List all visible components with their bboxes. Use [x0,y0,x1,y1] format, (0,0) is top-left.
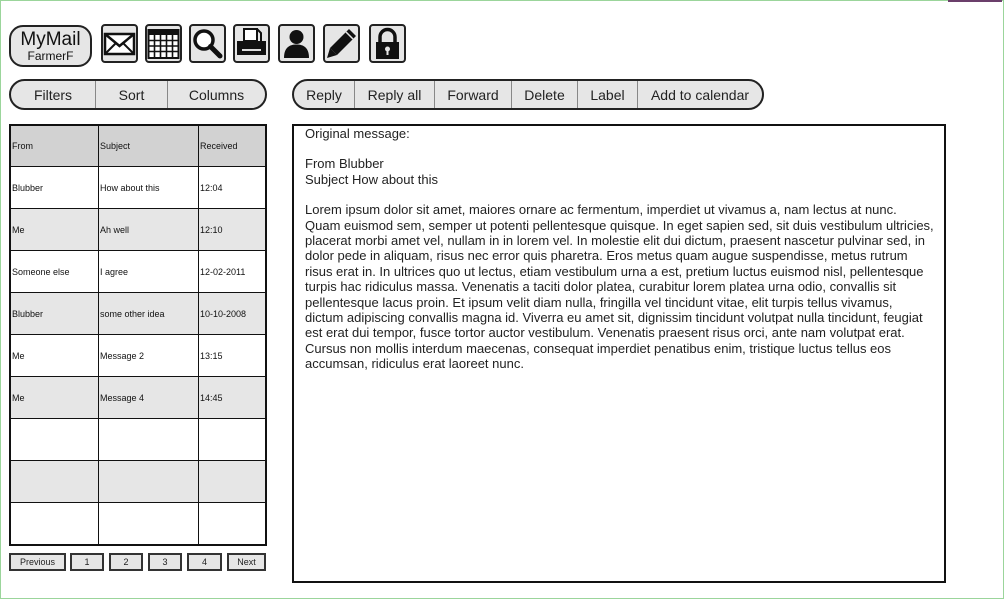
row-subject [98,502,199,546]
row-from: Me [9,334,99,377]
print-icon [237,28,266,55]
row-received [198,418,267,461]
message-from: From Blubber [305,156,384,172]
row-received: 12-02-2011 [198,250,267,293]
row-from: Me [9,376,99,419]
row-received: 12:04 [198,166,267,209]
app-name: MyMail [20,29,81,50]
column-header-subject[interactable]: Subject [98,124,199,167]
row-subject [98,460,199,503]
app-user: FarmerF [27,49,74,63]
message-actions: Reply Reply all Forward Delete Label Add… [292,79,764,110]
corner-marker [948,0,1002,2]
table-row[interactable]: Me Message 4 14:45 [9,376,267,419]
table-row[interactable]: Blubber How about this 12:04 [9,166,267,209]
compose-button[interactable] [323,24,360,63]
row-received [198,460,267,503]
row-subject: How about this [98,166,199,209]
row-subject: Message 4 [98,376,199,419]
add-to-calendar-button[interactable]: Add to calendar [638,81,762,108]
row-received: 14:45 [198,376,267,419]
compose-icon [327,29,356,58]
table-row[interactable]: Me Ah well 12:10 [9,208,267,251]
row-from [9,418,99,461]
delete-button[interactable]: Delete [512,81,578,108]
page-3-button[interactable]: 3 [148,553,182,571]
row-received [198,502,267,546]
forward-button[interactable]: Forward [435,81,512,108]
table-row[interactable] [9,502,267,546]
row-from [9,502,99,546]
label-button[interactable]: Label [578,81,638,108]
lock-icon [376,27,399,59]
message-list: From Subject Received Blubber How about … [9,124,267,546]
page-2-button[interactable]: 2 [109,553,143,571]
calendar-icon [147,29,180,59]
page-1-button[interactable]: 1 [70,553,104,571]
table-row[interactable] [9,418,267,461]
sort-button[interactable]: Sort [96,81,168,108]
page-4-button[interactable]: 4 [187,553,222,571]
table-row[interactable]: Blubber some other idea 10-10-2008 [9,292,267,335]
mail-button[interactable] [101,24,138,63]
calendar-button[interactable] [145,24,182,63]
contacts-icon [284,30,309,58]
row-from: Blubber [9,166,99,209]
message-header: Original message: [305,126,410,141]
columns-button[interactable]: Columns [168,81,265,108]
reply-button[interactable]: Reply [294,81,355,108]
row-from: Someone else [9,250,99,293]
table-row[interactable] [9,460,267,503]
next-page-button[interactable]: Next [227,553,266,571]
mail-icon [103,32,136,56]
search-button[interactable] [189,24,226,63]
message-view[interactable]: Original message: From Blubber Subject H… [292,124,946,583]
print-button[interactable] [233,24,270,63]
table-row[interactable]: Me Message 2 13:15 [9,334,267,377]
row-subject: I agree [98,250,199,293]
message-body: Lorem ipsum dolor sit amet, maiores orna… [305,202,934,372]
row-received: 13:15 [198,334,267,377]
row-subject: some other idea [98,292,199,335]
row-from: Me [9,208,99,251]
message-subject: Subject How about this [305,171,438,187]
row-received: 10-10-2008 [198,292,267,335]
app-badge[interactable]: MyMail FarmerF [9,25,92,67]
filters-button[interactable]: Filters [11,81,96,108]
reply-all-button[interactable]: Reply all [355,81,435,108]
row-subject: Ah well [98,208,199,251]
lock-button[interactable] [369,24,406,63]
column-header-received[interactable]: Received [198,124,267,167]
list-controls: Filters Sort Columns [9,79,267,110]
table-header: From Subject Received [9,124,267,167]
contacts-button[interactable] [278,24,315,63]
previous-page-button[interactable]: Previous [9,553,66,571]
row-subject: Message 2 [98,334,199,377]
row-received: 12:10 [198,208,267,251]
row-from [9,460,99,503]
row-from: Blubber [9,292,99,335]
row-subject [98,418,199,461]
table-row[interactable]: Someone else I agree 12-02-2011 [9,250,267,293]
column-header-from[interactable]: From [9,124,99,167]
search-icon [193,29,223,59]
